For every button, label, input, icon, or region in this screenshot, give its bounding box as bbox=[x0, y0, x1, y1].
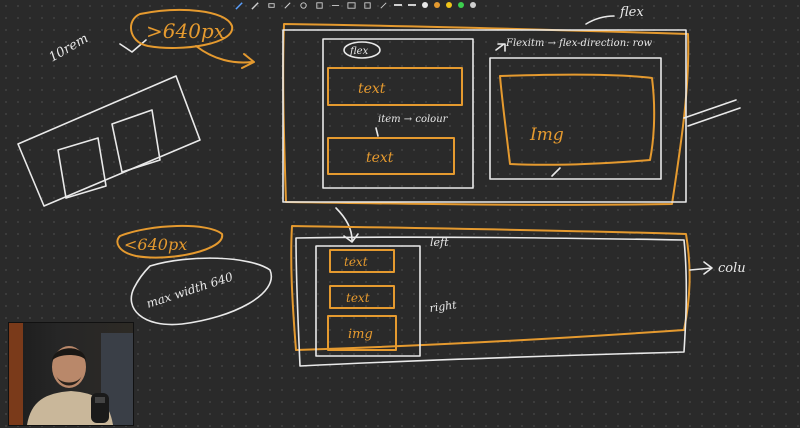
col-image-label: img bbox=[348, 327, 373, 342]
webcam-bg-left bbox=[9, 323, 23, 425]
note-flex-direction-row: Flexitm → flex-direction: row bbox=[505, 38, 652, 49]
note-arrow-top bbox=[585, 15, 615, 25]
note-colu: colu bbox=[718, 261, 746, 276]
text-block-2-label: text bbox=[366, 150, 394, 166]
image-block-label: Img bbox=[529, 125, 564, 145]
note-flex-top: flex bbox=[619, 5, 644, 20]
note-left: left bbox=[430, 236, 449, 249]
text-block-1-label: text bbox=[358, 81, 386, 97]
note-flex: flex bbox=[349, 46, 369, 57]
device-box-right bbox=[111, 109, 161, 173]
note-10rem: 10rem bbox=[47, 31, 92, 65]
microphone-grille bbox=[95, 397, 105, 403]
note-arrow-row bbox=[495, 43, 506, 52]
col-text-1-label: text bbox=[344, 255, 368, 269]
device-sketch bbox=[17, 75, 201, 207]
note-max-width: max width 640 bbox=[145, 270, 235, 311]
device-box-left bbox=[57, 137, 107, 199]
note-lt-640: <640px bbox=[124, 235, 187, 254]
note-arrow-colu bbox=[689, 261, 713, 275]
webcam-overlay bbox=[8, 322, 134, 426]
text-block-1 bbox=[327, 67, 463, 106]
note-tick bbox=[375, 127, 379, 137]
note-side-arrow bbox=[683, 99, 741, 127]
col-text-2-label: text bbox=[346, 291, 370, 305]
note-gt-640: >640px bbox=[146, 19, 225, 43]
note-right: right bbox=[429, 298, 458, 315]
note-item-colour: item → colour bbox=[378, 114, 449, 125]
note-tick-2 bbox=[551, 167, 561, 177]
note-arrow-small bbox=[119, 39, 147, 53]
note-640-arrow bbox=[195, 45, 255, 69]
wide-layout-container bbox=[282, 29, 687, 203]
image-block bbox=[499, 73, 656, 166]
